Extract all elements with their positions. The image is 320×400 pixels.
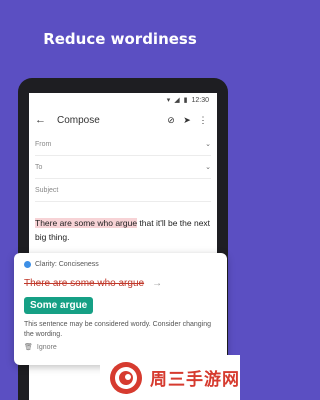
suggestion-explanation: This sentence may be considered wordy. C… [24, 321, 212, 338]
suggestion-card: Clarity: Conciseness There are some who … [14, 253, 227, 365]
replacement-button[interactable]: Some argue [24, 297, 94, 314]
signal-icon: ◢ [174, 97, 180, 104]
arrow-right-icon: → [152, 278, 163, 289]
compose-title: Compose [57, 114, 100, 126]
status-time: 12:30 [191, 96, 209, 104]
watermark: 周三手游网 [100, 355, 240, 400]
headline: Reduce wordiness [43, 30, 197, 48]
wifi-icon: ▾ [166, 97, 171, 104]
to-field[interactable]: To ⌄ [35, 156, 211, 179]
battery-icon: ▮ [183, 97, 188, 104]
chevron-down-icon[interactable]: ⌄ [205, 140, 211, 148]
app-bar: ← Compose ⊘ ➤ ⋮ [29, 107, 217, 133]
from-label: From [35, 140, 52, 148]
back-arrow-icon[interactable]: ← [35, 114, 53, 126]
status-bar: ▾ ◢ ▮ 12:30 [29, 93, 217, 107]
attach-icon[interactable]: ⊘ [163, 115, 179, 126]
ignore-row[interactable]: 🗑 Ignore [24, 343, 217, 352]
watermark-logo-icon [110, 361, 142, 394]
to-label: To [35, 163, 43, 171]
clarity-dot-icon [24, 261, 31, 268]
card-header: Clarity: Conciseness [24, 261, 217, 268]
original-row: There are some who argue → [24, 278, 217, 289]
subject-label: Subject [35, 186, 59, 194]
subject-field[interactable]: Subject [35, 179, 211, 202]
more-options-icon[interactable]: ⋮ [195, 115, 211, 126]
from-field[interactable]: From ⌄ [35, 133, 211, 156]
highlighted-phrase[interactable]: There are some who argue [35, 218, 138, 228]
chevron-down-icon[interactable]: ⌄ [205, 163, 211, 171]
suggestion-category: Clarity: Conciseness [35, 261, 99, 268]
ignore-label[interactable]: Ignore [37, 344, 57, 351]
send-icon[interactable]: ➤ [179, 115, 195, 126]
original-phrase: There are some who argue [24, 278, 145, 289]
email-body[interactable]: There are some who argue that it'll be t… [35, 216, 211, 244]
trash-icon[interactable]: 🗑 [24, 343, 33, 351]
watermark-text: 周三手游网 [150, 370, 240, 390]
